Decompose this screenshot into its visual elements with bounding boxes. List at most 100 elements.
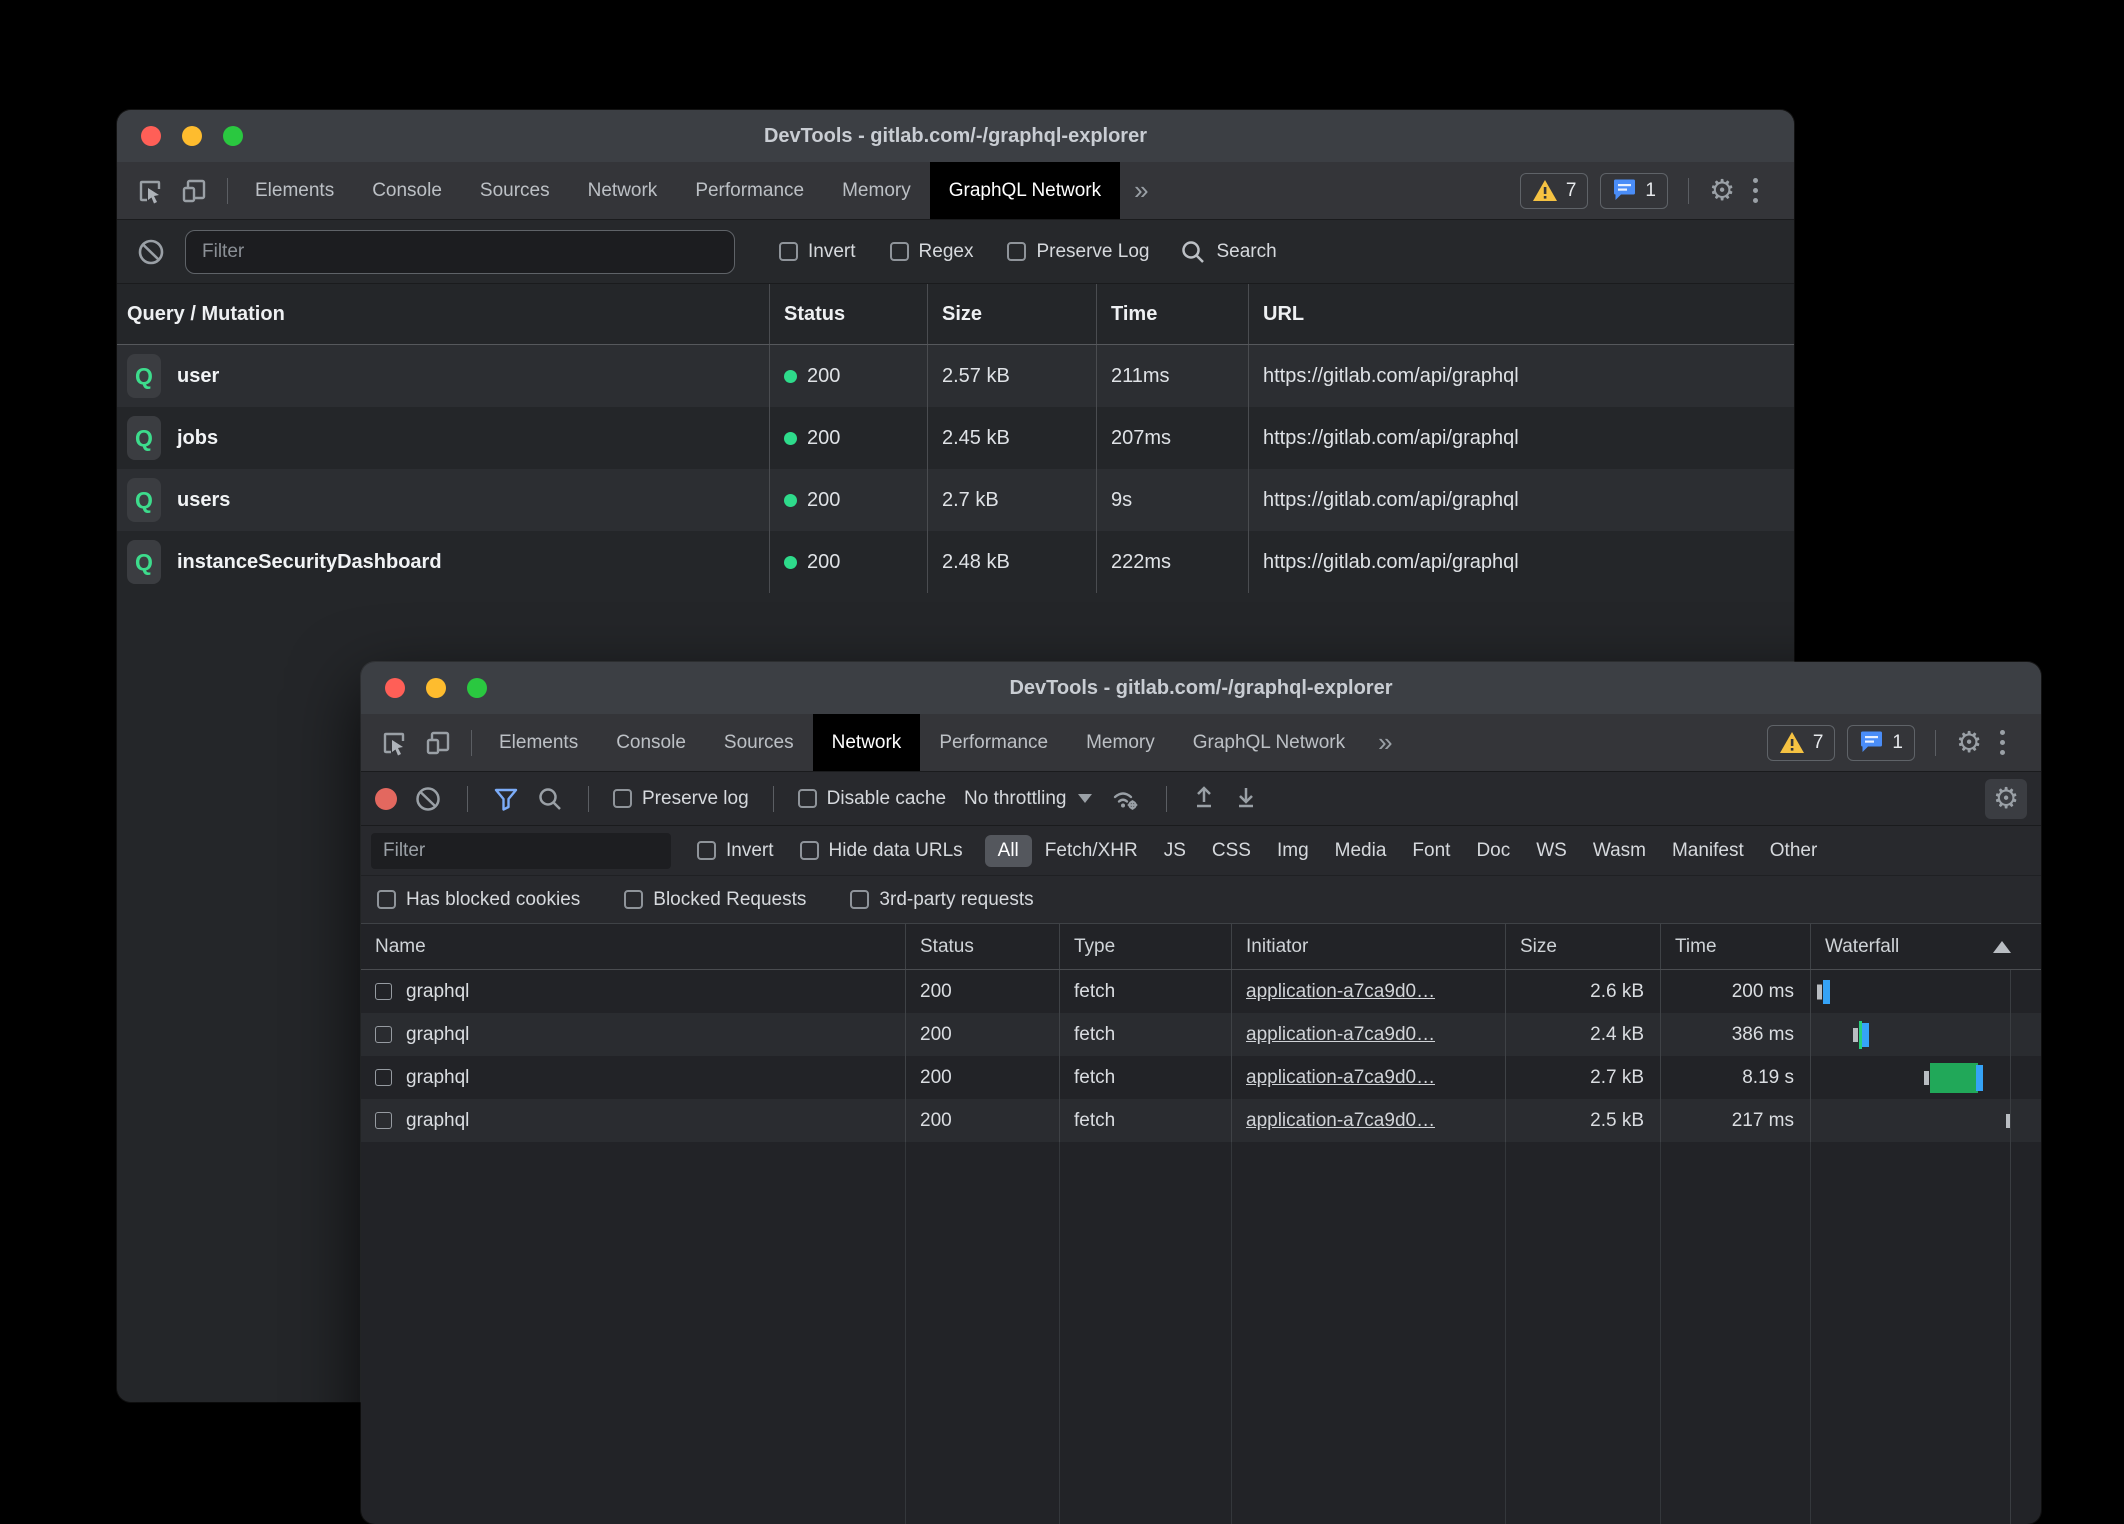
graphql-request-row[interactable]: Quser 200 2.57 kB 211ms https://gitlab.c… xyxy=(117,345,1794,407)
inspect-element-icon[interactable] xyxy=(379,728,409,758)
blocked-requests-checkbox-group[interactable]: Blocked Requests xyxy=(624,889,806,911)
more-tabs-icon[interactable]: » xyxy=(1120,162,1162,219)
initiator-link[interactable]: application-a7ca9d0… xyxy=(1246,1024,1435,1046)
tab-graphql-network[interactable]: GraphQL Network xyxy=(1174,714,1364,771)
has-blocked-cookies-checkbox-group[interactable]: Has blocked cookies xyxy=(377,889,580,911)
network-request-row[interactable]: graphql 200 fetch application-a7ca9d0… 2… xyxy=(361,970,2041,1013)
network-settings-button[interactable]: ⚙ xyxy=(1985,779,2027,819)
network-filter-input[interactable] xyxy=(371,833,671,869)
graphql-request-row[interactable]: Qjobs 200 2.45 kB 207ms https://gitlab.c… xyxy=(117,407,1794,469)
type-chip-all[interactable]: All xyxy=(985,835,1032,867)
tab-elements[interactable]: Elements xyxy=(236,162,353,219)
preserve-log-checkbox-group[interactable]: Preserve Log xyxy=(1007,241,1149,263)
type-chip-font[interactable]: Font xyxy=(1399,835,1463,867)
column-header-waterfall[interactable]: Waterfall xyxy=(1810,924,2041,969)
row-checkbox[interactable] xyxy=(375,983,392,1000)
column-header-time[interactable]: Time xyxy=(1660,924,1810,969)
network-request-row[interactable]: graphql 200 fetch application-a7ca9d0… 2… xyxy=(361,1013,2041,1056)
type-chip-doc[interactable]: Doc xyxy=(1463,835,1523,867)
tab-graphql-network[interactable]: GraphQL Network xyxy=(930,162,1120,219)
disable-cache-checkbox[interactable] xyxy=(798,789,817,808)
type-chip-fetch-xhr[interactable]: Fetch/XHR xyxy=(1032,835,1151,867)
initiator-link[interactable]: application-a7ca9d0… xyxy=(1246,1067,1435,1089)
clear-icon[interactable] xyxy=(135,236,167,268)
overflow-menu-icon[interactable] xyxy=(1994,730,2011,755)
disable-cache-checkbox-group[interactable]: Disable cache xyxy=(798,788,946,810)
device-toolbar-icon[interactable] xyxy=(423,728,453,758)
regex-checkbox[interactable] xyxy=(890,242,909,261)
column-header-size[interactable]: Size xyxy=(1505,924,1660,969)
type-chip-other[interactable]: Other xyxy=(1757,835,1831,867)
record-network-log-button[interactable] xyxy=(375,788,397,810)
messages-badge[interactable]: 1 xyxy=(1847,725,1915,761)
has-blocked-cookies-checkbox[interactable] xyxy=(377,890,396,909)
filter-input[interactable] xyxy=(185,230,735,274)
third-party-requests-checkbox[interactable] xyxy=(850,890,869,909)
invert-checkbox[interactable] xyxy=(779,242,798,261)
column-header-url[interactable]: URL xyxy=(1248,284,1794,344)
column-header-query-mutation[interactable]: Query / Mutation xyxy=(117,284,769,344)
filter-funnel-icon[interactable] xyxy=(492,785,520,813)
type-chip-img[interactable]: Img xyxy=(1264,835,1322,867)
third-party-requests-checkbox-group[interactable]: 3rd-party requests xyxy=(850,889,1033,911)
warnings-badge[interactable]: 7 xyxy=(1520,173,1589,209)
hide-data-urls-checkbox[interactable] xyxy=(800,841,819,860)
tab-console[interactable]: Console xyxy=(353,162,461,219)
tab-performance[interactable]: Performance xyxy=(676,162,823,219)
blocked-requests-checkbox[interactable] xyxy=(624,890,643,909)
tab-memory[interactable]: Memory xyxy=(823,162,930,219)
regex-checkbox-group[interactable]: Regex xyxy=(890,241,974,263)
row-checkbox[interactable] xyxy=(375,1069,392,1086)
preserve-log-checkbox-group[interactable]: Preserve log xyxy=(613,788,749,810)
more-tabs-icon[interactable]: » xyxy=(1364,714,1406,771)
tab-console[interactable]: Console xyxy=(597,714,705,771)
tab-performance[interactable]: Performance xyxy=(920,714,1067,771)
type-chip-js[interactable]: JS xyxy=(1151,835,1199,867)
column-header-size[interactable]: Size xyxy=(927,284,1096,344)
invert-checkbox[interactable] xyxy=(697,841,716,860)
initiator-link[interactable]: application-a7ca9d0… xyxy=(1246,981,1435,1003)
clear-icon[interactable] xyxy=(413,784,443,814)
column-header-type[interactable]: Type xyxy=(1059,924,1231,969)
type-chip-ws[interactable]: WS xyxy=(1523,835,1580,867)
overflow-menu-icon[interactable] xyxy=(1747,178,1764,203)
search-icon[interactable] xyxy=(536,785,564,813)
tab-memory[interactable]: Memory xyxy=(1067,714,1174,771)
column-header-status[interactable]: Status xyxy=(905,924,1059,969)
type-chip-media[interactable]: Media xyxy=(1322,835,1400,867)
tab-sources[interactable]: Sources xyxy=(461,162,569,219)
preserve-log-checkbox[interactable] xyxy=(1007,242,1026,261)
inspect-element-icon[interactable] xyxy=(135,176,165,206)
column-header-status[interactable]: Status xyxy=(769,284,927,344)
row-checkbox[interactable] xyxy=(375,1112,392,1129)
tab-network[interactable]: Network xyxy=(813,714,921,771)
network-request-row[interactable]: graphql 200 fetch application-a7ca9d0… 2… xyxy=(361,1099,2041,1142)
throttling-dropdown[interactable]: No throttling xyxy=(964,788,1092,810)
import-har-icon[interactable] xyxy=(1191,784,1217,814)
tab-network[interactable]: Network xyxy=(569,162,677,219)
row-checkbox[interactable] xyxy=(375,1026,392,1043)
export-har-icon[interactable] xyxy=(1233,784,1259,814)
column-header-time[interactable]: Time xyxy=(1096,284,1248,344)
preserve-log-checkbox[interactable] xyxy=(613,789,632,808)
column-header-initiator[interactable]: Initiator xyxy=(1231,924,1505,969)
column-header-name[interactable]: Name xyxy=(361,924,905,969)
hide-data-urls-checkbox-group[interactable]: Hide data URLs xyxy=(800,840,963,862)
tab-elements[interactable]: Elements xyxy=(480,714,597,771)
invert-checkbox-group[interactable]: Invert xyxy=(697,840,774,862)
device-toolbar-icon[interactable] xyxy=(179,176,209,206)
messages-badge[interactable]: 1 xyxy=(1600,173,1668,209)
initiator-link[interactable]: application-a7ca9d0… xyxy=(1246,1110,1435,1132)
network-request-row[interactable]: graphql 200 fetch application-a7ca9d0… 2… xyxy=(361,1056,2041,1099)
invert-checkbox-group[interactable]: Invert xyxy=(779,241,856,263)
type-chip-manifest[interactable]: Manifest xyxy=(1659,835,1757,867)
warnings-badge[interactable]: 7 xyxy=(1767,725,1836,761)
settings-gear-icon[interactable]: ⚙ xyxy=(1956,728,1982,757)
search-button[interactable]: Search xyxy=(1179,238,1276,266)
graphql-request-row[interactable]: Qusers 200 2.7 kB 9s https://gitlab.com/… xyxy=(117,469,1794,531)
graphql-request-row[interactable]: QinstanceSecurityDashboard 200 2.48 kB 2… xyxy=(117,531,1794,593)
type-chip-wasm[interactable]: Wasm xyxy=(1580,835,1659,867)
settings-gear-icon[interactable]: ⚙ xyxy=(1709,176,1735,205)
network-conditions-icon[interactable] xyxy=(1108,784,1142,814)
tab-sources[interactable]: Sources xyxy=(705,714,813,771)
